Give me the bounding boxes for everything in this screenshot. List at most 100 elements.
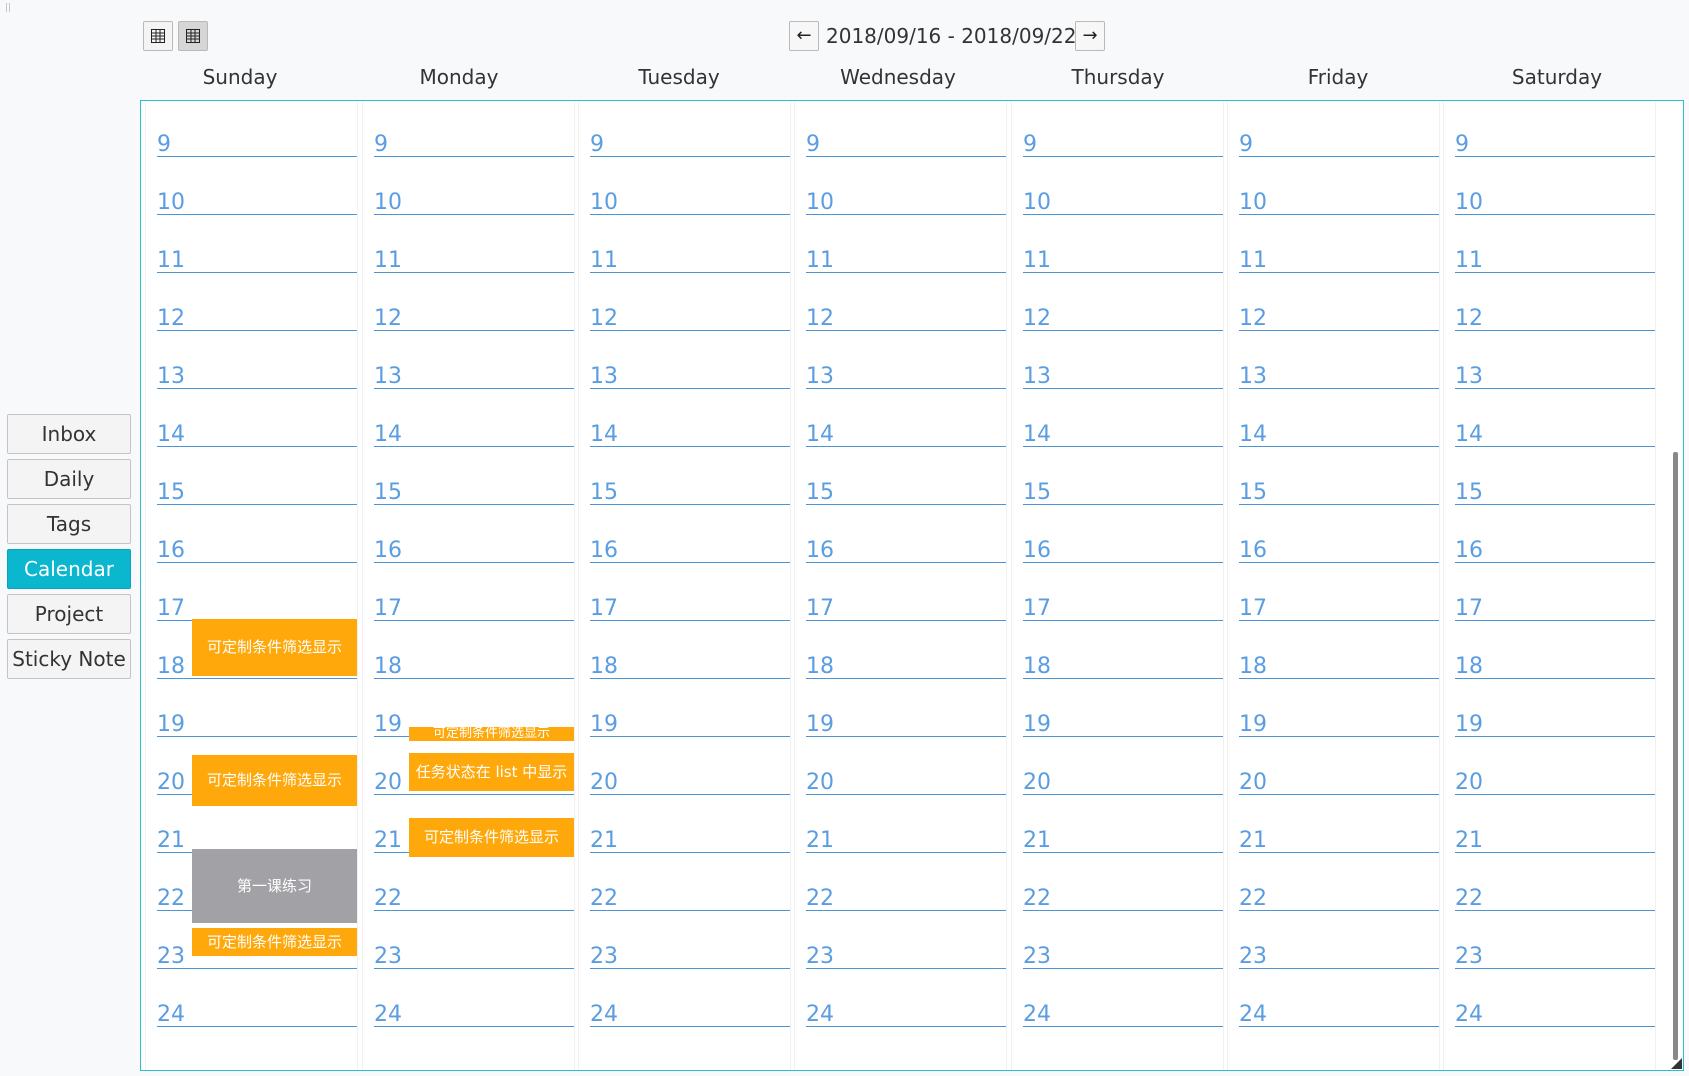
hour-slot[interactable]: 9 <box>590 132 790 157</box>
hour-slot[interactable]: 14 <box>157 422 357 447</box>
hour-slot[interactable]: 17 <box>157 596 357 621</box>
hour-slot[interactable]: 16 <box>374 538 574 563</box>
hour-slot[interactable]: 12 <box>1239 306 1439 331</box>
hour-slot[interactable]: 14 <box>374 422 574 447</box>
sidebar-item-daily[interactable]: Daily <box>7 459 131 499</box>
hour-slot[interactable]: 15 <box>590 480 790 505</box>
hour-slot[interactable]: 10 <box>1455 190 1655 215</box>
hour-slot[interactable]: 23 <box>1023 944 1223 969</box>
hour-slot[interactable]: 17 <box>1023 596 1223 621</box>
hour-slot[interactable]: 9 <box>157 132 357 157</box>
hour-slot[interactable]: 24 <box>1239 1002 1439 1027</box>
sidebar-item-tags[interactable]: Tags <box>7 504 131 544</box>
hour-slot[interactable]: 11 <box>1455 248 1655 273</box>
calendar-event[interactable]: 第一课练习 <box>192 849 357 923</box>
hour-slot[interactable]: 11 <box>157 248 357 273</box>
hour-slot[interactable]: 18 <box>806 654 1006 679</box>
hour-slot[interactable]: 24 <box>590 1002 790 1027</box>
hour-slot[interactable]: 19 <box>1023 712 1223 737</box>
hour-slot[interactable]: 23 <box>1455 944 1655 969</box>
day-column-thursday[interactable]: 9 10 11 12 13 14 15 16 17 18 19 20 21 22 23 24 <box>1012 101 1223 1070</box>
hour-slot[interactable]: 12 <box>157 306 357 331</box>
hour-slot[interactable]: 18 <box>1455 654 1655 679</box>
hour-slot[interactable]: 23 <box>1239 944 1439 969</box>
calendar-event[interactable]: 可定制条件筛选显示 <box>409 727 574 741</box>
calendar-event[interactable]: 可定制条件筛选显示 <box>192 928 357 956</box>
hour-slot[interactable]: 22 <box>590 886 790 911</box>
hour-slot[interactable]: 9 <box>374 132 574 157</box>
hour-slot[interactable]: 22 <box>806 886 1006 911</box>
hour-slot[interactable]: 9 <box>806 132 1006 157</box>
hour-slot[interactable]: 21 <box>1239 828 1439 853</box>
hour-slot[interactable]: 21 <box>590 828 790 853</box>
day-column-tuesday[interactable]: 9 10 11 12 13 14 15 16 17 18 19 20 21 22 23 24 <box>579 101 790 1070</box>
hour-slot[interactable]: 19 <box>157 712 357 737</box>
hour-slot[interactable]: 11 <box>1023 248 1223 273</box>
hour-slot[interactable]: 22 <box>374 886 574 911</box>
hour-slot[interactable]: 22 <box>1023 886 1223 911</box>
hour-slot[interactable]: 15 <box>1239 480 1439 505</box>
day-column-wednesday[interactable]: 9 10 11 12 13 14 15 16 17 18 19 20 21 22 23 24 <box>795 101 1006 1070</box>
hour-slot[interactable]: 20 <box>806 770 1006 795</box>
hour-slot[interactable]: 11 <box>374 248 574 273</box>
calendar-event[interactable]: 可定制条件筛选显示 <box>409 818 574 857</box>
hour-slot[interactable]: 20 <box>590 770 790 795</box>
hour-slot[interactable]: 15 <box>1023 480 1223 505</box>
day-column-saturday[interactable]: 9 10 11 12 13 14 15 16 17 18 19 20 21 22 23 24 <box>1444 101 1655 1070</box>
hour-slot[interactable]: 13 <box>1239 364 1439 389</box>
hour-slot[interactable]: 17 <box>590 596 790 621</box>
week-view-button[interactable] <box>178 21 208 51</box>
hour-slot[interactable]: 18 <box>1023 654 1223 679</box>
sidebar-item-calendar[interactable]: Calendar <box>7 549 131 589</box>
hour-slot[interactable]: 18 <box>590 654 790 679</box>
hour-slot[interactable]: 23 <box>806 944 1006 969</box>
hour-slot[interactable]: 16 <box>1023 538 1223 563</box>
hour-slot[interactable]: 20 <box>1023 770 1223 795</box>
hour-slot[interactable]: 13 <box>1023 364 1223 389</box>
hour-slot[interactable]: 12 <box>1023 306 1223 331</box>
hour-slot[interactable]: 13 <box>374 364 574 389</box>
hour-slot[interactable]: 15 <box>374 480 574 505</box>
resize-corner[interactable] <box>1671 1058 1682 1069</box>
hour-slot[interactable]: 18 <box>1239 654 1439 679</box>
day-column-friday[interactable]: 9 10 11 12 13 14 15 16 17 18 19 20 21 22 23 24 <box>1228 101 1439 1070</box>
calendar-event[interactable]: 可定制条件筛选显示 <box>192 755 357 806</box>
hour-slot[interactable]: 16 <box>1239 538 1439 563</box>
hour-slot[interactable]: 10 <box>590 190 790 215</box>
calendar-event[interactable]: 可定制条件筛选显示 <box>192 619 357 676</box>
hour-slot[interactable]: 17 <box>374 596 574 621</box>
hour-slot[interactable]: 21 <box>1023 828 1223 853</box>
hour-slot[interactable]: 19 <box>806 712 1006 737</box>
day-column-sunday[interactable]: 9 10 11 12 13 14 15 16 17 18 19 20 21 22 23 24 可定制条件筛选显示… <box>146 101 357 1070</box>
hour-slot[interactable]: 16 <box>590 538 790 563</box>
hour-slot[interactable]: 12 <box>806 306 1006 331</box>
hour-slot[interactable]: 20 <box>1455 770 1655 795</box>
hour-slot[interactable]: 13 <box>157 364 357 389</box>
hour-slot[interactable]: 20 <box>1239 770 1439 795</box>
hour-slot[interactable]: 11 <box>590 248 790 273</box>
hour-slot[interactable]: 12 <box>1455 306 1655 331</box>
hour-slot[interactable]: 24 <box>1455 1002 1655 1027</box>
hour-slot[interactable]: 21 <box>806 828 1006 853</box>
sidebar-item-project[interactable]: Project <box>7 594 131 634</box>
hour-slot[interactable]: 14 <box>1455 422 1655 447</box>
hour-slot[interactable]: 15 <box>1455 480 1655 505</box>
hour-slot[interactable]: 12 <box>374 306 574 331</box>
hour-slot[interactable]: 22 <box>1455 886 1655 911</box>
hour-slot[interactable]: 23 <box>590 944 790 969</box>
hour-slot[interactable]: 13 <box>806 364 1006 389</box>
hour-slot[interactable]: 18 <box>374 654 574 679</box>
hour-slot[interactable]: 12 <box>590 306 790 331</box>
hour-slot[interactable]: 10 <box>374 190 574 215</box>
hour-slot[interactable]: 11 <box>806 248 1006 273</box>
hour-slot[interactable]: 16 <box>806 538 1006 563</box>
hour-slot[interactable]: 19 <box>1239 712 1439 737</box>
hour-slot[interactable]: 13 <box>590 364 790 389</box>
day-column-monday[interactable]: 9 10 11 12 13 14 15 16 17 18 19 20 21 22 23 24 可定制条件筛选显示… <box>363 101 574 1070</box>
hour-slot[interactable]: 16 <box>1455 538 1655 563</box>
hour-slot[interactable]: 23 <box>374 944 574 969</box>
hour-slot[interactable]: 10 <box>1023 190 1223 215</box>
hour-slot[interactable]: 17 <box>806 596 1006 621</box>
hour-slot[interactable]: 15 <box>157 480 357 505</box>
hour-slot[interactable]: 19 <box>1455 712 1655 737</box>
